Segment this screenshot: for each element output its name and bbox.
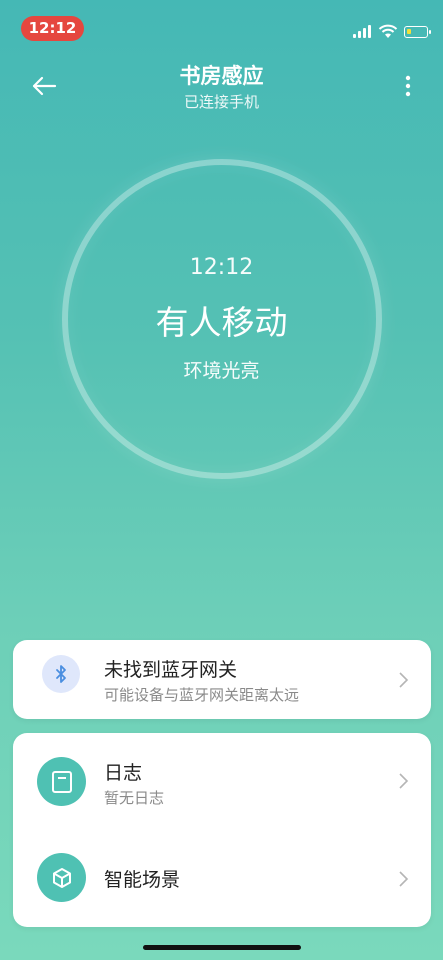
log-subtitle: 暂无日志	[104, 789, 165, 807]
page-title: 书房感应	[179, 64, 264, 88]
sensor-time: 12:12	[189, 255, 254, 280]
chevron-right-icon	[399, 672, 409, 688]
gateway-title: 未找到蓝牙网关	[104, 659, 238, 681]
log-icon	[37, 757, 86, 806]
more-options-icon[interactable]	[396, 70, 420, 102]
smart-scene-title: 智能场景	[104, 869, 181, 891]
chevron-right-icon	[399, 871, 409, 887]
chevron-right-icon	[399, 773, 409, 789]
status-time: 12:12	[21, 16, 84, 41]
gateway-subtitle: 可能设备与蓝牙网关距离太远	[104, 686, 300, 704]
log-title: 日志	[104, 762, 143, 784]
cellular-signal-icon	[353, 24, 375, 38]
motion-status: 有人移动	[155, 303, 288, 342]
menu-card: 日志 暂无日志 智能场景	[13, 733, 431, 927]
log-row[interactable]: 日志 暂无日志	[13, 733, 431, 830]
gateway-card[interactable]: 未找到蓝牙网关 可能设备与蓝牙网关距离太远	[13, 640, 431, 719]
smart-scene-row[interactable]: 智能场景	[13, 830, 431, 927]
battery-icon	[404, 26, 431, 38]
status-bar: 12:12	[0, 0, 443, 56]
nav-bar: 书房感应 已连接手机	[0, 56, 443, 116]
light-status: 环境光亮	[183, 360, 260, 382]
connection-status: 已连接手机	[183, 93, 259, 111]
bluetooth-icon	[42, 655, 80, 693]
wifi-icon	[378, 24, 398, 38]
smart-scene-icon	[37, 853, 86, 902]
home-indicator[interactable]	[143, 945, 301, 950]
